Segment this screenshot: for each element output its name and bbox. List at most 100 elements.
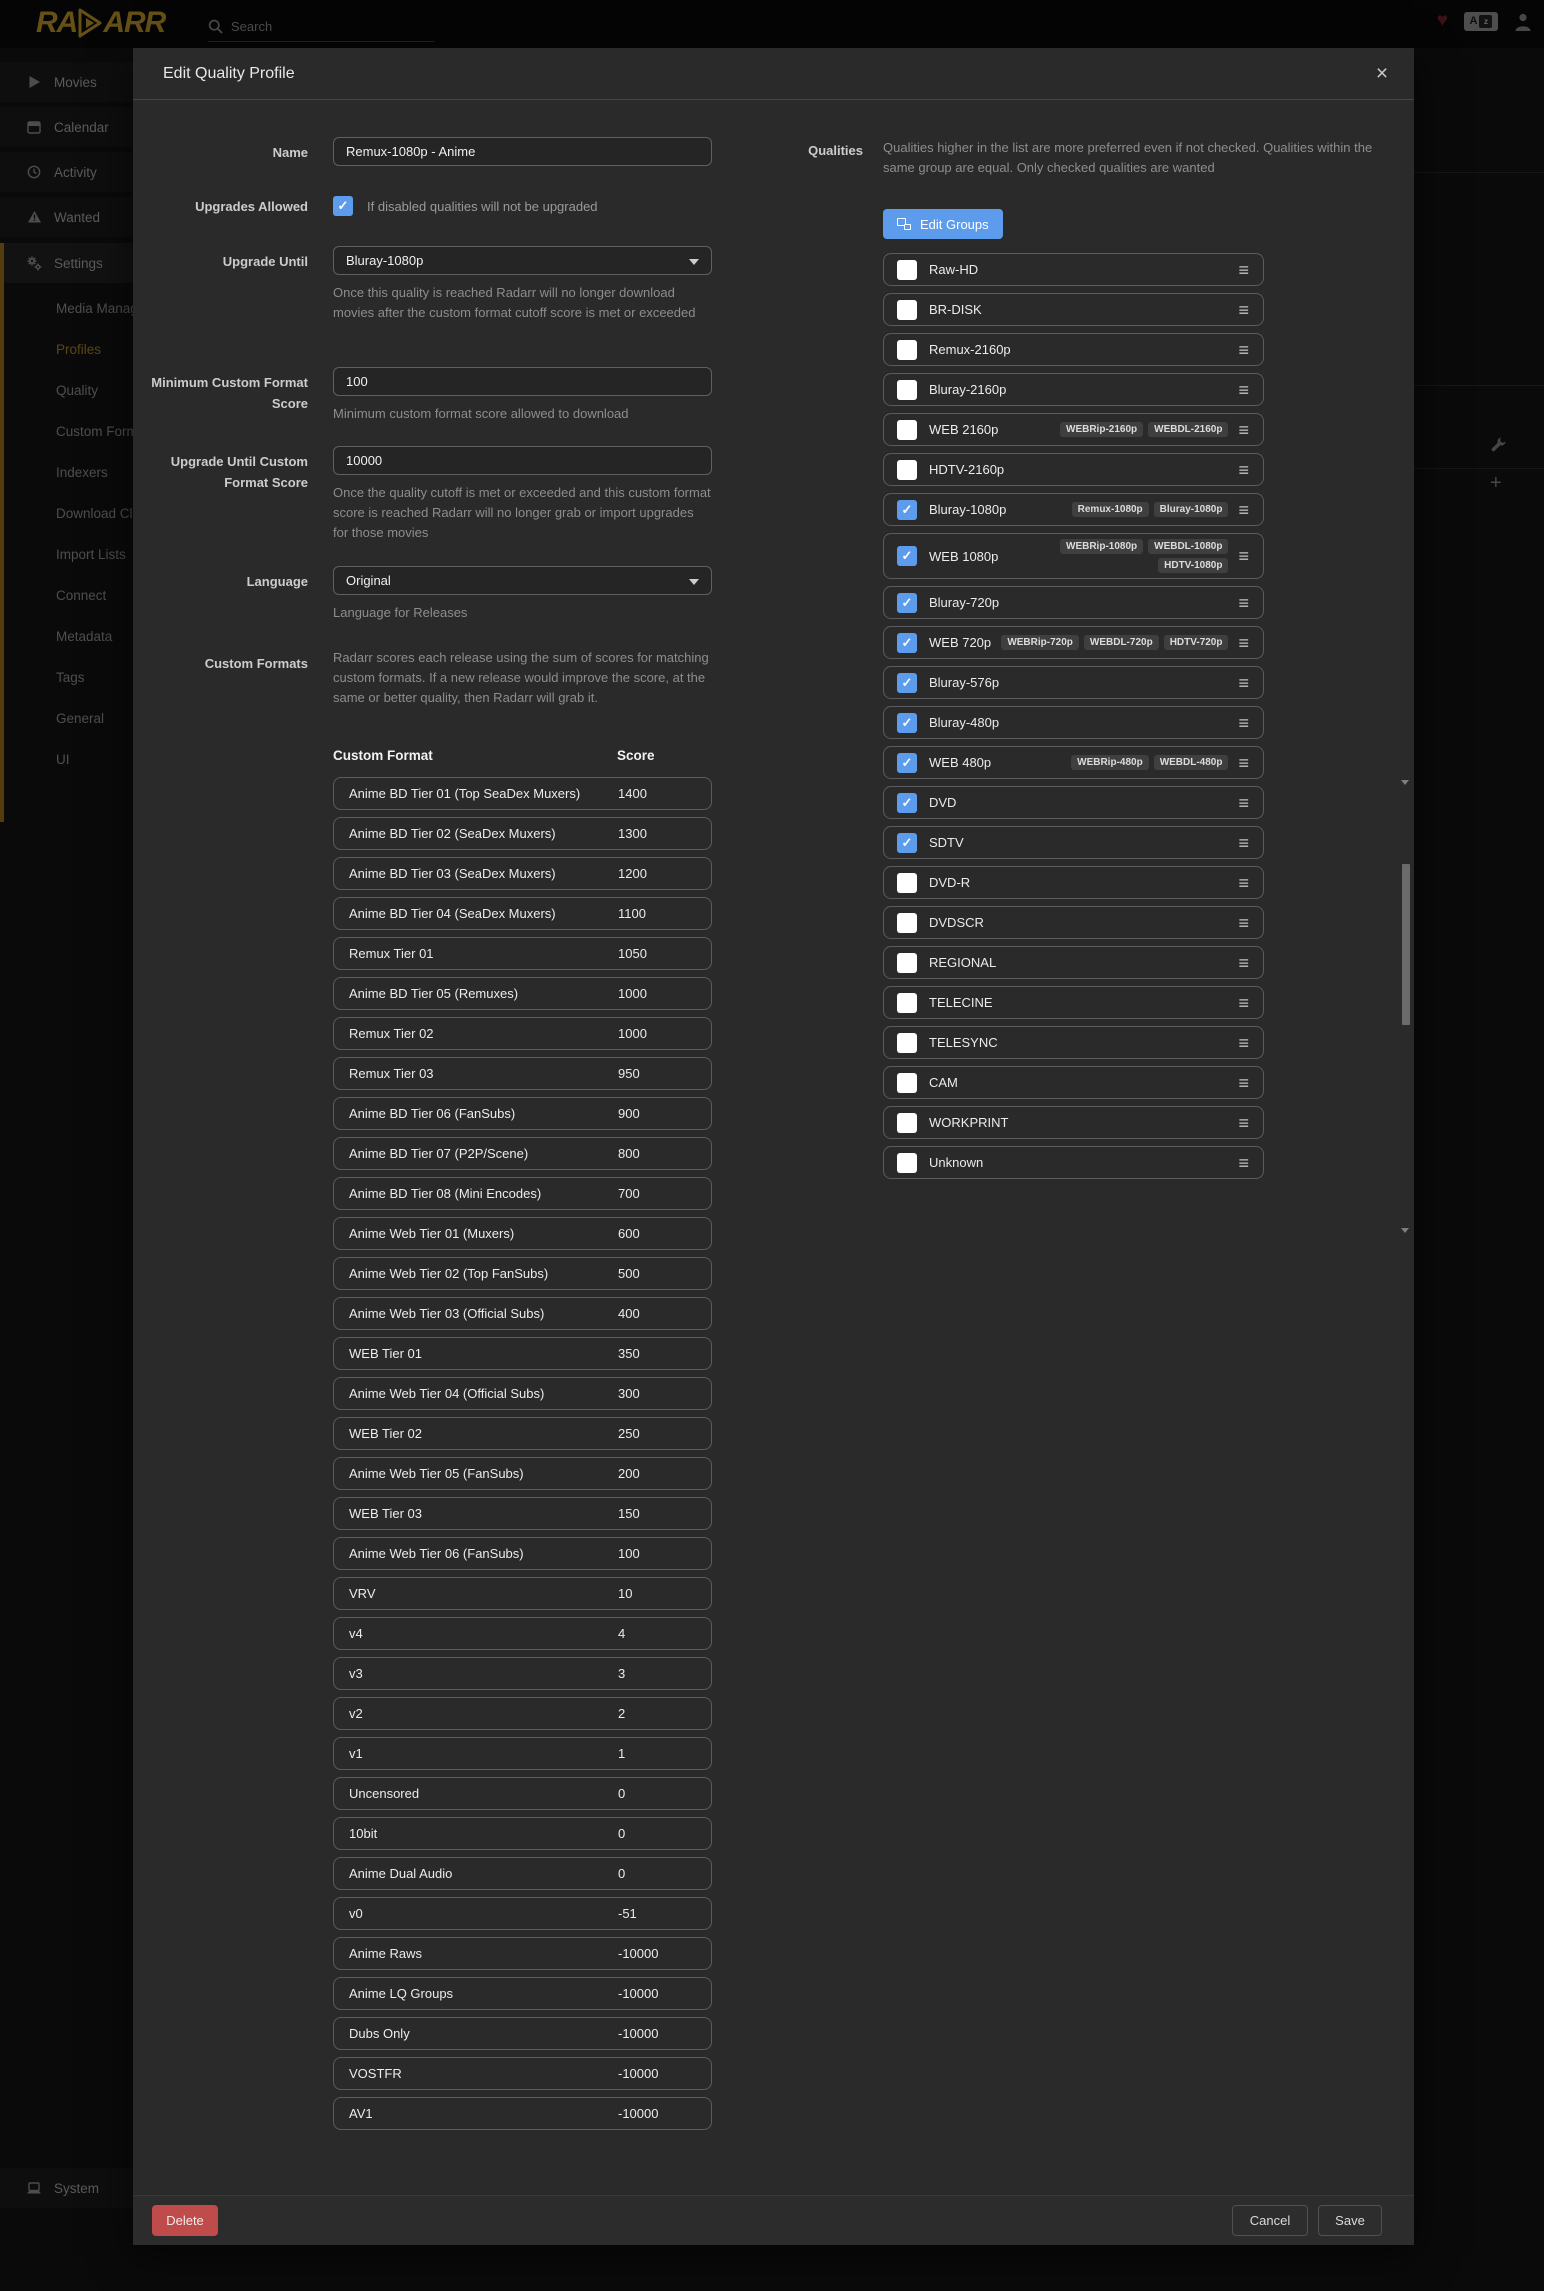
drag-handle-icon[interactable]: ≡ bbox=[1238, 261, 1249, 279]
custom-format-row[interactable]: Anime Web Tier 05 (FanSubs)200 bbox=[333, 1457, 712, 1490]
quality-checkbox[interactable]: ✓ bbox=[897, 753, 917, 773]
quality-checkbox[interactable] bbox=[897, 1073, 917, 1093]
custom-format-row[interactable]: v22 bbox=[333, 1697, 712, 1730]
drag-handle-icon[interactable]: ≡ bbox=[1238, 1114, 1249, 1132]
quality-row[interactable]: Bluray-2160p≡ bbox=[883, 373, 1264, 406]
drag-handle-icon[interactable]: ≡ bbox=[1238, 1074, 1249, 1092]
quality-checkbox[interactable]: ✓ bbox=[897, 713, 917, 733]
quality-checkbox[interactable] bbox=[897, 300, 917, 320]
quality-row[interactable]: ✓DVD≡ bbox=[883, 786, 1264, 819]
quality-checkbox[interactable] bbox=[897, 1033, 917, 1053]
drag-handle-icon[interactable]: ≡ bbox=[1238, 834, 1249, 852]
quality-checkbox[interactable] bbox=[897, 380, 917, 400]
custom-format-row[interactable]: WEB Tier 03150 bbox=[333, 1497, 712, 1530]
name-input[interactable]: Remux-1080p - Anime bbox=[333, 137, 712, 166]
custom-format-row[interactable]: v33 bbox=[333, 1657, 712, 1690]
quality-row[interactable]: ✓WEB 480pWEBRip-480pWEBDL-480p≡ bbox=[883, 746, 1264, 779]
quality-row[interactable]: WORKPRINT≡ bbox=[883, 1106, 1264, 1139]
quality-row[interactable]: REGIONAL≡ bbox=[883, 946, 1264, 979]
quality-row[interactable]: Raw-HD≡ bbox=[883, 253, 1264, 286]
drag-handle-icon[interactable]: ≡ bbox=[1238, 874, 1249, 892]
quality-row[interactable]: ✓Bluray-1080pRemux-1080pBluray-1080p≡ bbox=[883, 493, 1264, 526]
quality-checkbox[interactable] bbox=[897, 953, 917, 973]
custom-format-row[interactable]: Remux Tier 03950 bbox=[333, 1057, 712, 1090]
upgrades-allowed-checkbox[interactable]: ✓ bbox=[333, 196, 353, 216]
cancel-button[interactable]: Cancel bbox=[1232, 2205, 1308, 2236]
quality-checkbox[interactable] bbox=[897, 340, 917, 360]
quality-checkbox[interactable] bbox=[897, 420, 917, 440]
quality-row[interactable]: WEB 2160pWEBRip-2160pWEBDL-2160p≡ bbox=[883, 413, 1264, 446]
quality-checkbox[interactable]: ✓ bbox=[897, 833, 917, 853]
custom-format-row[interactable]: AV1-10000 bbox=[333, 2097, 712, 2130]
quality-checkbox[interactable] bbox=[897, 1113, 917, 1133]
quality-checkbox[interactable]: ✓ bbox=[897, 546, 917, 566]
drag-handle-icon[interactable]: ≡ bbox=[1238, 461, 1249, 479]
drag-handle-icon[interactable]: ≡ bbox=[1238, 301, 1249, 319]
custom-format-row[interactable]: v0-51 bbox=[333, 1897, 712, 1930]
custom-format-row[interactable]: Remux Tier 011050 bbox=[333, 937, 712, 970]
quality-checkbox[interactable] bbox=[897, 993, 917, 1013]
quality-row[interactable]: HDTV-2160p≡ bbox=[883, 453, 1264, 486]
custom-format-row[interactable]: 10bit0 bbox=[333, 1817, 712, 1850]
custom-format-row[interactable]: Anime BD Tier 05 (Remuxes)1000 bbox=[333, 977, 712, 1010]
quality-checkbox[interactable]: ✓ bbox=[897, 593, 917, 613]
drag-handle-icon[interactable]: ≡ bbox=[1238, 914, 1249, 932]
quality-row[interactable]: CAM≡ bbox=[883, 1066, 1264, 1099]
delete-button[interactable]: Delete bbox=[152, 2205, 218, 2236]
quality-row[interactable]: TELESYNC≡ bbox=[883, 1026, 1264, 1059]
upgrade-until-cfs-input[interactable]: 10000 bbox=[333, 446, 712, 475]
drag-handle-icon[interactable]: ≡ bbox=[1238, 381, 1249, 399]
custom-format-row[interactable]: Anime Web Tier 01 (Muxers)600 bbox=[333, 1217, 712, 1250]
language-select[interactable]: Original bbox=[333, 566, 712, 595]
drag-handle-icon[interactable]: ≡ bbox=[1238, 1154, 1249, 1172]
custom-format-row[interactable]: Anime BD Tier 06 (FanSubs)900 bbox=[333, 1097, 712, 1130]
quality-checkbox[interactable] bbox=[897, 913, 917, 933]
drag-handle-icon[interactable]: ≡ bbox=[1238, 714, 1249, 732]
quality-checkbox[interactable] bbox=[897, 873, 917, 893]
custom-format-row[interactable]: Anime BD Tier 08 (Mini Encodes)700 bbox=[333, 1177, 712, 1210]
close-icon[interactable]: × bbox=[1368, 60, 1396, 88]
drag-handle-icon[interactable]: ≡ bbox=[1238, 501, 1249, 519]
custom-format-row[interactable]: Anime BD Tier 03 (SeaDex Muxers)1200 bbox=[333, 857, 712, 890]
quality-row[interactable]: ✓WEB 1080pWEBRip-1080pWEBDL-1080pHDTV-10… bbox=[883, 533, 1264, 579]
drag-handle-icon[interactable]: ≡ bbox=[1238, 421, 1249, 439]
drag-handle-icon[interactable]: ≡ bbox=[1238, 1034, 1249, 1052]
modal-scrollbar-thumb[interactable] bbox=[1402, 864, 1410, 1025]
custom-format-row[interactable]: WEB Tier 01350 bbox=[333, 1337, 712, 1370]
quality-checkbox[interactable] bbox=[897, 460, 917, 480]
custom-format-row[interactable]: Anime Raws-10000 bbox=[333, 1937, 712, 1970]
quality-row[interactable]: ✓WEB 720pWEBRip-720pWEBDL-720pHDTV-720p≡ bbox=[883, 626, 1264, 659]
custom-format-row[interactable]: Anime Web Tier 02 (Top FanSubs)500 bbox=[333, 1257, 712, 1290]
custom-format-row[interactable]: Anime BD Tier 02 (SeaDex Muxers)1300 bbox=[333, 817, 712, 850]
drag-handle-icon[interactable]: ≡ bbox=[1238, 594, 1249, 612]
save-button[interactable]: Save bbox=[1318, 2205, 1382, 2236]
custom-format-row[interactable]: VOSTFR-10000 bbox=[333, 2057, 712, 2090]
quality-row[interactable]: DVD-R≡ bbox=[883, 866, 1264, 899]
quality-checkbox[interactable]: ✓ bbox=[897, 633, 917, 653]
quality-row[interactable]: ✓SDTV≡ bbox=[883, 826, 1264, 859]
quality-row[interactable]: ✓Bluray-480p≡ bbox=[883, 706, 1264, 739]
quality-checkbox[interactable] bbox=[897, 1153, 917, 1173]
quality-row[interactable]: ✓Bluray-720p≡ bbox=[883, 586, 1264, 619]
quality-row[interactable]: Unknown≡ bbox=[883, 1146, 1264, 1179]
custom-format-row[interactable]: Anime BD Tier 07 (P2P/Scene)800 bbox=[333, 1137, 712, 1170]
quality-checkbox[interactable] bbox=[897, 260, 917, 280]
custom-format-row[interactable]: WEB Tier 02250 bbox=[333, 1417, 712, 1450]
quality-row[interactable]: TELECINE≡ bbox=[883, 986, 1264, 1019]
quality-checkbox[interactable]: ✓ bbox=[897, 793, 917, 813]
drag-handle-icon[interactable]: ≡ bbox=[1238, 547, 1249, 565]
custom-format-row[interactable]: Anime BD Tier 01 (Top SeaDex Muxers)1400 bbox=[333, 777, 712, 810]
custom-format-row[interactable]: v11 bbox=[333, 1737, 712, 1770]
custom-format-row[interactable]: Anime Web Tier 06 (FanSubs)100 bbox=[333, 1537, 712, 1570]
drag-handle-icon[interactable]: ≡ bbox=[1238, 754, 1249, 772]
drag-handle-icon[interactable]: ≡ bbox=[1238, 674, 1249, 692]
drag-handle-icon[interactable]: ≡ bbox=[1238, 794, 1249, 812]
custom-format-row[interactable]: Anime BD Tier 04 (SeaDex Muxers)1100 bbox=[333, 897, 712, 930]
custom-format-row[interactable]: Anime Web Tier 03 (Official Subs)400 bbox=[333, 1297, 712, 1330]
quality-row[interactable]: DVDSCR≡ bbox=[883, 906, 1264, 939]
upgrade-until-select[interactable]: Bluray-1080p bbox=[333, 246, 712, 275]
quality-row[interactable]: ✓Bluray-576p≡ bbox=[883, 666, 1264, 699]
drag-handle-icon[interactable]: ≡ bbox=[1238, 954, 1249, 972]
custom-format-row[interactable]: Dubs Only-10000 bbox=[333, 2017, 712, 2050]
edit-groups-button[interactable]: Edit Groups bbox=[883, 209, 1003, 239]
